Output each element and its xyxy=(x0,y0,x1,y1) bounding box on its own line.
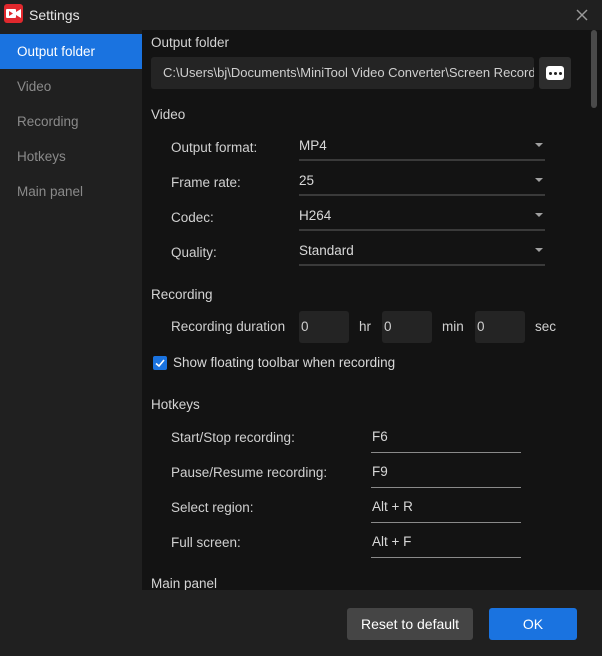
window-title: Settings xyxy=(29,7,80,23)
hotkey-select-region-label: Select region: xyxy=(171,500,254,515)
duration-seconds-input[interactable]: 0 xyxy=(475,311,525,343)
close-button[interactable] xyxy=(572,5,592,25)
quality-value: Standard xyxy=(299,243,354,258)
hotkey-select-region-value: Alt + R xyxy=(372,499,413,514)
quality-select[interactable]: Standard xyxy=(299,240,545,266)
hotkey-start-stop-input[interactable]: F6 xyxy=(371,423,521,453)
minutes-unit-label: min xyxy=(442,319,464,334)
chevron-down-icon xyxy=(535,248,543,252)
chevron-down-icon xyxy=(535,178,543,182)
section-title-hotkeys: Hotkeys xyxy=(151,397,200,412)
hotkey-full-screen-input[interactable]: Alt + F xyxy=(371,528,521,558)
duration-minutes-input[interactable]: 0 xyxy=(382,311,432,343)
chevron-down-icon xyxy=(535,143,543,147)
frame-rate-value: 25 xyxy=(299,173,315,188)
recording-duration-label: Recording duration xyxy=(171,319,286,334)
output-format-value: MP4 xyxy=(299,138,327,153)
sidebar-item-output-folder[interactable]: Output folder xyxy=(0,34,142,69)
frame-rate-label: Frame rate: xyxy=(171,175,241,190)
sidebar-item-video[interactable]: Video xyxy=(0,69,142,104)
frame-rate-select[interactable]: 25 xyxy=(299,170,545,196)
output-format-select[interactable]: MP4 xyxy=(299,135,545,161)
section-title-output-folder: Output folder xyxy=(151,35,230,50)
hotkey-pause-resume-input[interactable]: F9 xyxy=(371,458,521,488)
section-title-recording: Recording xyxy=(151,287,213,302)
quality-label: Quality: xyxy=(171,245,217,260)
chevron-down-icon xyxy=(535,213,543,217)
reset-to-default-button[interactable]: Reset to default xyxy=(347,608,473,640)
close-icon xyxy=(576,9,588,21)
checkmark-icon xyxy=(155,359,165,368)
sidebar-item-main-panel[interactable]: Main panel xyxy=(0,174,142,209)
seconds-unit-label: sec xyxy=(535,319,557,334)
scrollbar-thumb[interactable] xyxy=(591,30,597,108)
dialog-footer: Reset to default OK xyxy=(0,590,602,656)
output-folder-path-field[interactable]: C:\Users\bj\Documents\MiniTool Video Con… xyxy=(151,57,534,89)
section-title-video: Video xyxy=(151,107,186,122)
sidebar: Output folder Video Recording Hotkeys Ma… xyxy=(0,30,142,590)
codec-select[interactable]: H264 xyxy=(299,205,545,231)
hotkey-select-region-input[interactable]: Alt + R xyxy=(371,493,521,523)
video-camera-icon xyxy=(4,4,23,23)
sidebar-item-recording[interactable]: Recording xyxy=(0,104,142,139)
floating-toolbar-checkbox[interactable] xyxy=(153,356,167,370)
hotkey-pause-resume-value: F9 xyxy=(372,464,388,479)
section-title-main-panel: Main panel xyxy=(151,576,218,590)
codec-value: H264 xyxy=(299,208,332,223)
settings-content: Output folder C:\Users\bj\Documents\Mini… xyxy=(142,30,602,590)
output-format-label: Output format: xyxy=(171,140,258,155)
more-horizontal-icon xyxy=(546,66,564,80)
hotkey-start-stop-value: F6 xyxy=(372,429,388,444)
hotkey-start-stop-label: Start/Stop recording: xyxy=(171,430,295,445)
sidebar-item-hotkeys[interactable]: Hotkeys xyxy=(0,139,142,174)
hotkey-full-screen-label: Full screen: xyxy=(171,535,241,550)
browse-folder-button[interactable] xyxy=(539,57,571,89)
codec-label: Codec: xyxy=(171,210,214,225)
ok-button[interactable]: OK xyxy=(489,608,577,640)
duration-hours-input[interactable]: 0 xyxy=(299,311,349,343)
floating-toolbar-label[interactable]: Show floating toolbar when recording xyxy=(173,355,395,370)
hotkey-pause-resume-label: Pause/Resume recording: xyxy=(171,465,328,480)
hours-unit-label: hr xyxy=(359,319,372,334)
title-bar: Settings xyxy=(0,0,602,30)
hotkey-full-screen-value: Alt + F xyxy=(372,534,412,549)
